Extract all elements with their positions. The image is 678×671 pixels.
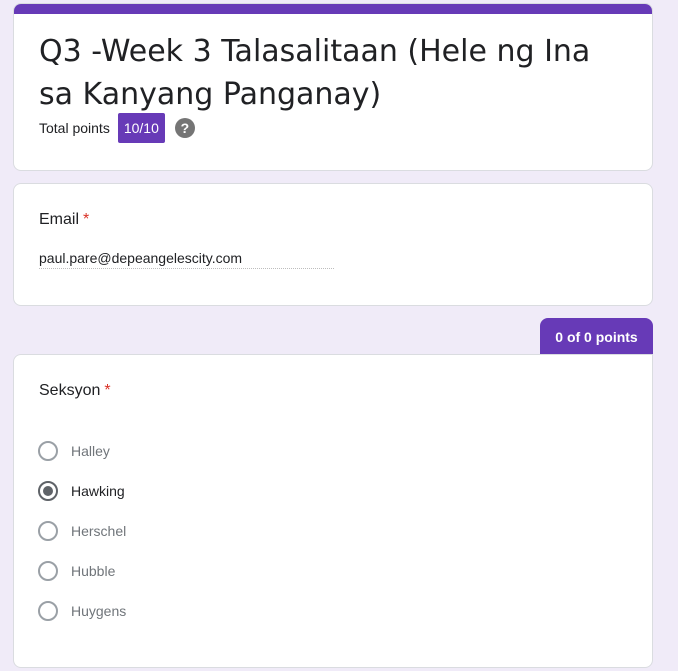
total-points-row: Total points 10/10 ?	[39, 113, 195, 143]
email-label: Email	[39, 211, 80, 228]
radio-option-label: Herschel	[71, 523, 127, 539]
radio-option-label: Hubble	[71, 563, 116, 579]
total-points-label: Total points	[39, 120, 110, 136]
section-question-card: Seksyon * Halley Hawking Herschel Hubble …	[13, 354, 653, 668]
form-title: Q3 -Week 3 Talasalitaan (Hele ng Ina sa …	[39, 34, 591, 112]
radio-option-hubble[interactable]: Hubble	[38, 561, 115, 581]
radio-selected-dot	[43, 486, 53, 496]
form-header-card: Q3 -Week 3 Talasalitaan (Hele ng Ina sa …	[13, 3, 653, 171]
help-icon[interactable]: ?	[174, 118, 195, 138]
radio-option-hawking[interactable]: Hawking	[38, 481, 125, 501]
section-question-title: Seksyon *	[39, 382, 111, 400]
radio-option-label: Hawking	[71, 483, 125, 499]
radio-button[interactable]	[38, 441, 58, 461]
required-asterisk: *	[104, 382, 111, 399]
radio-option-label: Halley	[71, 443, 110, 459]
email-answer: paul.pare@depeangelescity.com	[39, 250, 334, 269]
email-question-card: Email * paul.pare@depeangelescity.com	[13, 183, 653, 306]
header-accent-bar	[14, 4, 652, 14]
radio-option-halley[interactable]: Halley	[38, 441, 110, 461]
radio-button[interactable]	[38, 601, 58, 621]
radio-button[interactable]	[38, 561, 58, 581]
radio-option-label: Huygens	[71, 603, 127, 619]
radio-button-selected[interactable]	[38, 481, 58, 501]
email-question-title: Email *	[39, 211, 89, 229]
radio-option-herschel[interactable]: Herschel	[38, 521, 126, 541]
radio-option-huygens[interactable]: Huygens	[38, 601, 126, 621]
radio-button[interactable]	[38, 521, 58, 541]
question-points-tab: 0 of 0 points	[540, 318, 653, 355]
section-label: Seksyon	[39, 382, 101, 399]
required-asterisk: *	[83, 211, 90, 228]
score-badge: 10/10	[117, 113, 165, 143]
